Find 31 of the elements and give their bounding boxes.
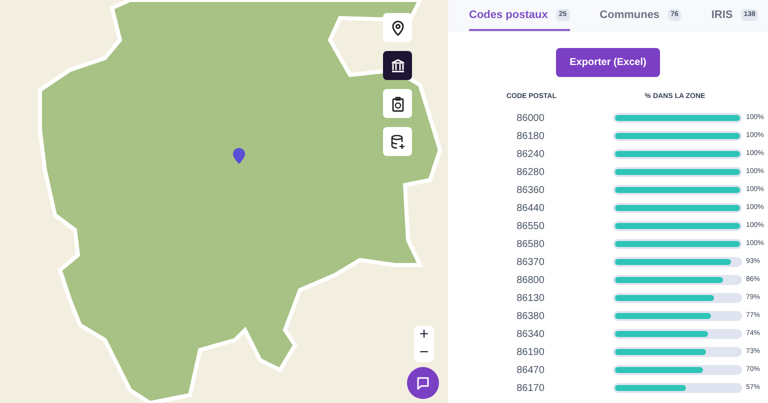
zoom-in-button[interactable]: + [414,326,434,344]
postal-code: 86800 [516,274,544,288]
postal-code: 86380 [516,310,544,324]
postal-code: 86280 [516,166,544,180]
pin-marker-icon[interactable] [233,148,245,164]
postal-code: 86550 [516,220,544,234]
postal-code: 86170 [516,382,544,396]
postal-code: 86180 [516,130,544,144]
postal-code: 86370 [516,256,544,270]
chat-icon [416,376,430,390]
postal-code: 86470 [516,364,544,378]
clipboard-chart-icon [390,96,406,112]
postal-code: 86190 [516,346,544,360]
postal-code: 86580 [516,238,544,252]
database-add-icon [390,134,406,150]
map-tool-button[interactable] [383,127,412,156]
postal-code: 86360 [516,184,544,198]
export-button[interactable]: Exporter (Excel) [556,48,660,77]
map-tool-button[interactable] [383,13,412,42]
chat-button[interactable] [407,367,439,399]
building-icon [390,58,406,74]
map-tool-button[interactable] [383,51,412,80]
map-tool-button[interactable] [383,89,412,118]
location-pin-icon [390,20,406,36]
postal-code: 86130 [516,292,544,306]
map[interactable]: + − [0,0,448,403]
postal-code: 86440 [516,202,544,216]
postal-code: 86000 [516,112,544,126]
zoom-out-button[interactable]: − [414,344,434,362]
postal-code: 86340 [516,328,544,342]
postal-code: 86240 [516,148,544,162]
